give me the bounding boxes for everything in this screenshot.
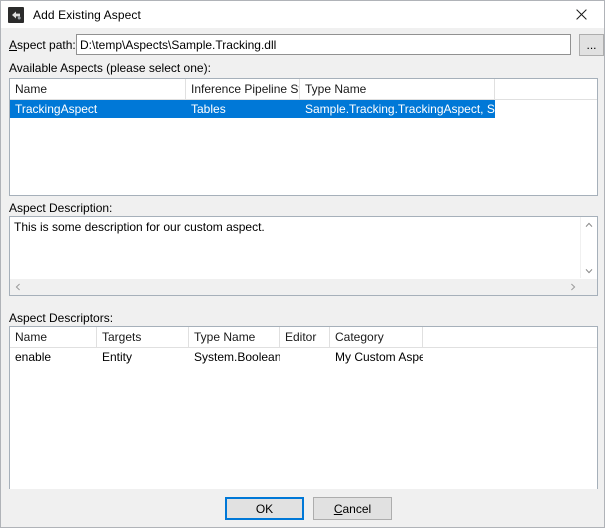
title-bar: Add Existing Aspect: [1, 1, 604, 28]
column-header-inference-pipeline-step[interactable]: Inference Pipeline Step: [186, 79, 300, 99]
aspect-description-text: This is some description for our custom …: [14, 220, 579, 234]
aspect-description-textarea[interactable]: This is some description for our custom …: [9, 216, 598, 296]
aspect-descriptors-label: Aspect Descriptors:: [9, 311, 113, 325]
vertical-scrollbar[interactable]: [580, 217, 597, 279]
aspect-path-label: Aspect path:: [9, 38, 76, 52]
cell-name: TrackingAspect: [10, 100, 186, 118]
column-header-editor[interactable]: Editor: [280, 327, 330, 347]
column-header-name[interactable]: Name: [10, 79, 186, 99]
cell-type-name: Sample.Tracking.TrackingAspect, Sampl...: [300, 100, 495, 118]
available-aspects-label: Available Aspects (please select one):: [9, 61, 211, 75]
horizontal-scrollbar[interactable]: [10, 278, 581, 295]
dialog-footer: OK Cancel: [1, 489, 604, 527]
scroll-left-icon[interactable]: [10, 279, 26, 295]
window-title: Add Existing Aspect: [33, 8, 141, 22]
column-header-category[interactable]: Category: [330, 327, 423, 347]
aspect-description-label: Aspect Description:: [9, 201, 112, 215]
cell-category: My Custom Aspect: [330, 348, 423, 366]
column-header-targets[interactable]: Targets: [97, 327, 189, 347]
table-row[interactable]: TrackingAspect Tables Sample.Tracking.Tr…: [10, 100, 495, 118]
column-header-filler: [495, 79, 597, 99]
ok-button[interactable]: OK: [225, 497, 304, 520]
dialog-window: Add Existing Aspect Aspect path: ... Ava…: [0, 0, 605, 528]
browse-button[interactable]: ...: [579, 34, 604, 56]
cancel-button[interactable]: Cancel: [313, 497, 392, 520]
close-button[interactable]: [559, 1, 604, 28]
cancel-button-label: ancel: [342, 502, 371, 516]
aspect-path-label-text: spect path:: [17, 38, 76, 52]
cell-inference-pipeline-step: Tables: [186, 100, 300, 118]
scroll-up-icon[interactable]: [581, 217, 597, 233]
available-aspects-header: Name Inference Pipeline Step Type Name: [10, 79, 597, 100]
column-header-name[interactable]: Name: [10, 327, 97, 347]
aspect-descriptors-header: Name Targets Type Name Editor Category: [10, 327, 597, 348]
cell-type-name: System.Boolean: [189, 348, 280, 366]
back-arrow-icon: [8, 7, 24, 23]
column-header-type-name[interactable]: Type Name: [189, 327, 280, 347]
scroll-down-icon[interactable]: [581, 263, 597, 279]
cell-targets: Entity: [97, 348, 189, 366]
aspect-path-row: Aspect path: ...: [9, 34, 598, 56]
table-row[interactable]: enable Entity System.Boolean My Custom A…: [10, 348, 597, 366]
aspect-path-label-accel: A: [9, 38, 17, 52]
column-header-filler: [423, 327, 597, 347]
column-header-type-name[interactable]: Type Name: [300, 79, 495, 99]
scroll-right-icon[interactable]: [565, 279, 581, 295]
scrollbar-corner: [581, 279, 597, 295]
available-aspects-listview[interactable]: Name Inference Pipeline Step Type Name T…: [9, 78, 598, 196]
aspect-path-input[interactable]: [76, 34, 571, 55]
dialog-body: Aspect path: ... Available Aspects (plea…: [1, 28, 604, 527]
cell-name: enable: [10, 348, 97, 366]
